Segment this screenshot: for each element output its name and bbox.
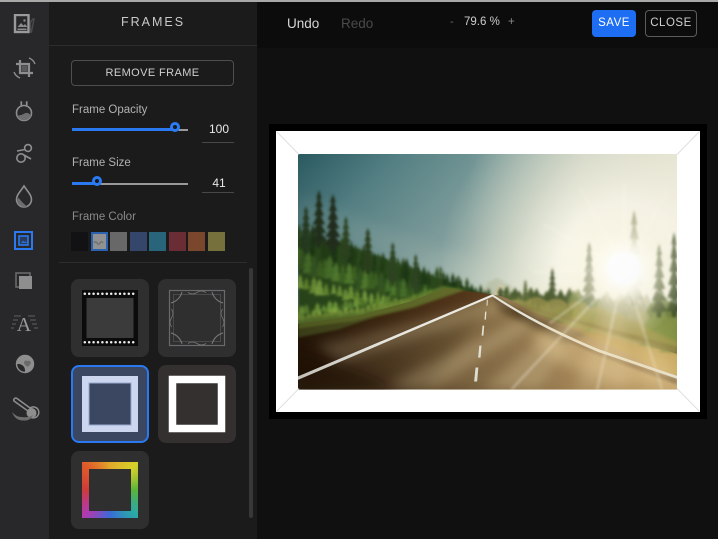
svg-text:A: A	[17, 314, 32, 336]
